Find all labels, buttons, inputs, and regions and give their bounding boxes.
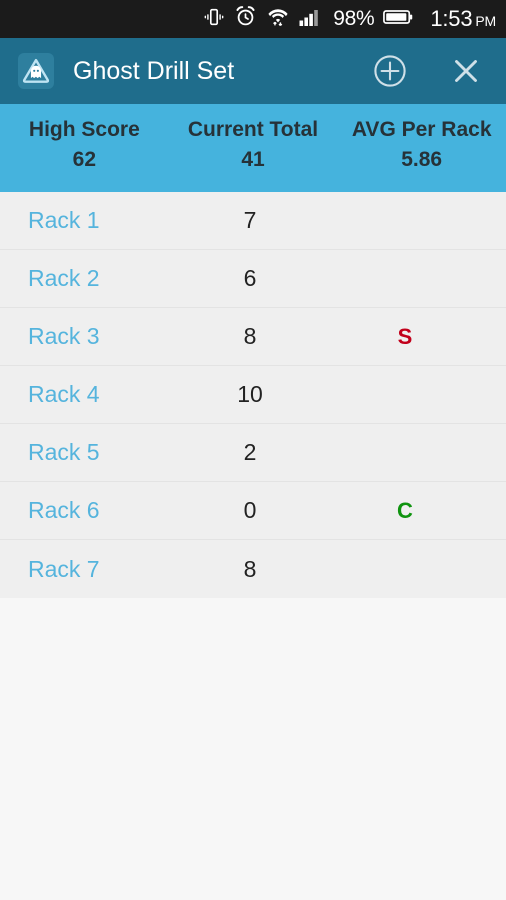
rack-list: Rack 1 7 Rack 2 6 Rack 3 8 S Rack 4 10 R… xyxy=(0,192,506,598)
table-row[interactable]: Rack 4 10 xyxy=(0,366,506,424)
empty-list-area xyxy=(0,598,506,883)
stat-current-total-label: Current Total xyxy=(187,118,319,141)
stat-high-score-value: 62 xyxy=(72,148,97,172)
status-icons: 98% 1:53 PM xyxy=(203,5,496,33)
table-row[interactable]: Rack 6 0 C xyxy=(0,482,506,540)
clock-ampm: PM xyxy=(475,13,496,29)
add-rack-button[interactable] xyxy=(366,47,414,95)
stat-high-score-label: High Score xyxy=(28,118,140,141)
app-title: Ghost Drill Set xyxy=(73,56,235,85)
rack-name: Rack 1 xyxy=(28,207,100,233)
rack-flag-safety: S xyxy=(397,323,413,349)
table-row[interactable]: Rack 5 2 xyxy=(0,424,506,482)
rack-score: 6 xyxy=(243,265,257,291)
rack-score: 10 xyxy=(237,381,263,407)
status-clock: 1:53 PM xyxy=(430,6,496,32)
app-bar: Ghost Drill Set xyxy=(0,38,506,104)
table-row[interactable]: Rack 1 7 xyxy=(0,192,506,250)
rack-flag-clear: C xyxy=(397,497,413,523)
battery-percent-label: 98% xyxy=(333,7,375,30)
table-row[interactable]: Rack 2 6 xyxy=(0,250,506,308)
close-icon xyxy=(455,60,477,82)
table-row[interactable]: Rack 3 8 S xyxy=(0,308,506,366)
status-bar: 98% 1:53 PM xyxy=(0,0,506,38)
vibrate-icon xyxy=(203,6,225,33)
stat-avg-per-rack-label: AVG Per Rack xyxy=(351,118,492,141)
close-button[interactable] xyxy=(442,47,490,95)
rack-score: 2 xyxy=(243,439,257,465)
rack-score: 8 xyxy=(243,323,257,349)
rack-score: 0 xyxy=(243,497,257,523)
wifi-icon xyxy=(266,5,290,33)
table-row[interactable]: Rack 7 8 xyxy=(0,540,506,598)
rack-name: Rack 2 xyxy=(28,265,100,291)
plus-circle-icon xyxy=(374,55,406,87)
rack-name: Rack 5 xyxy=(28,439,100,465)
stat-current-total-value: 41 xyxy=(241,148,265,172)
stat-avg-per-rack-value: 5.86 xyxy=(401,148,443,172)
rack-name: Rack 7 xyxy=(28,555,100,582)
stats-summary-bar: High Score 62 Current Total 41 AVG Per R… xyxy=(0,104,506,192)
signal-bars-icon xyxy=(299,7,321,32)
rack-name: Rack 6 xyxy=(28,497,100,523)
rack-name: Rack 3 xyxy=(28,323,100,349)
alarm-clock-icon xyxy=(234,5,257,33)
ghost-triangle-logo-icon xyxy=(18,53,54,89)
clock-time: 1:53 xyxy=(430,6,473,31)
stat-avg-per-rack: AVG Per Rack 5.86 xyxy=(337,118,506,172)
stat-current-total: Current Total 41 xyxy=(169,118,338,172)
battery-icon xyxy=(383,8,413,31)
rack-score: 7 xyxy=(243,207,257,233)
rack-score: 8 xyxy=(243,555,257,582)
stat-high-score: High Score 62 xyxy=(0,118,169,172)
rack-name: Rack 4 xyxy=(28,381,100,407)
